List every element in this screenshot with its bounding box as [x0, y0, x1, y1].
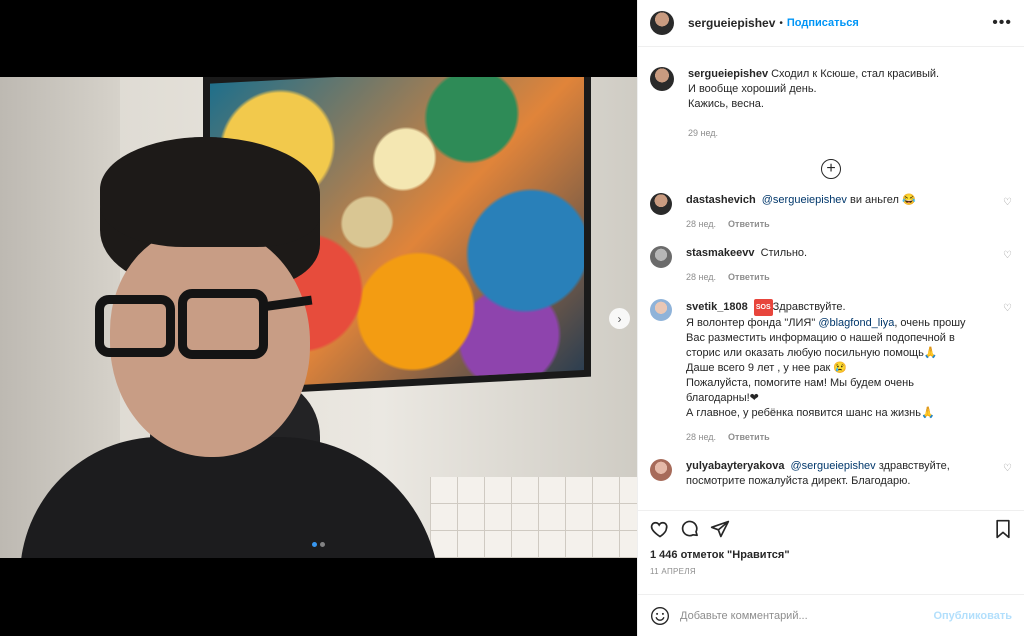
header-separator: • — [779, 17, 783, 29]
follow-button[interactable]: Подписаться — [787, 17, 859, 29]
wall-tiles — [430, 477, 637, 558]
carousel-dot-2 — [320, 542, 325, 547]
reply-button[interactable]: Ответить — [728, 270, 770, 285]
commenter-avatar[interactable] — [650, 459, 672, 481]
comment-mention[interactable]: @sergueiepishev — [762, 194, 847, 206]
caption-line-3: Кажись, весна. — [688, 98, 764, 110]
post-caption: sergueiepishev Сходил к Ксюше, стал краси… — [650, 47, 1012, 141]
reply-button[interactable]: Ответить — [728, 217, 770, 232]
post-header: sergueiepishev • Подписаться ••• — [638, 0, 1024, 47]
comment-mention[interactable]: @blagfond_liya — [818, 317, 894, 329]
commenter-avatar[interactable] — [650, 246, 672, 268]
comment-bubble-icon[interactable] — [680, 519, 700, 539]
comment-time[interactable]: 28 нед. — [686, 270, 716, 285]
bookmark-icon[interactable] — [994, 519, 1012, 539]
comment-item: dastashevich @sergueiepishev ви аньгел 😂… — [650, 193, 1012, 232]
comment-body: yulyabayteryakova @sergueiepishev здравс… — [686, 459, 1012, 489]
commenter-username[interactable]: yulyabayteryakova — [686, 460, 784, 472]
carousel-dots — [312, 542, 325, 547]
caption-body: sergueiepishev Сходил к Ксюше, стал краси… — [688, 67, 1012, 141]
post-photo[interactable] — [0, 77, 637, 558]
comment-item: yulyabayteryakova @sergueiepishev здравс… — [650, 459, 1012, 489]
comment-input[interactable] — [680, 609, 934, 622]
author-username[interactable]: sergueiepishev — [688, 16, 775, 30]
action-icons — [650, 511, 1012, 547]
like-heart-icon[interactable] — [650, 519, 670, 539]
caption-time[interactable]: 29 нед. — [688, 126, 718, 141]
post-sidebar: sergueiepishev • Подписаться ••• serguei… — [637, 0, 1024, 636]
comment-meta: 28 нед. Ответить — [686, 270, 1012, 285]
plus-circle-icon[interactable]: + — [821, 159, 841, 179]
carousel-dot-1 — [312, 542, 317, 547]
caption-line-1: Сходил к Ксюше, стал красивый. — [771, 68, 940, 80]
like-comment-heart-icon[interactable]: ♡ — [1003, 197, 1012, 208]
instagram-post: › sergueiepishev • Подписаться ••• sergu… — [0, 0, 1024, 636]
emoji-smiley-icon[interactable] — [650, 606, 670, 626]
comments-list[interactable]: sergueiepishev Сходил к Ксюше, стал краси… — [638, 47, 1024, 510]
glasses-left-lens — [95, 295, 175, 357]
comment-text-5: Пожалуйста, помогите нам! Мы будем очень… — [686, 377, 914, 404]
post-actions: 1 446 отметок "Нравится" 11 АПРЕЛЯ — [638, 510, 1024, 594]
comment-item: svetik_1808 SOS Здравствуйте. Я волонтер … — [650, 299, 1012, 445]
caption-username[interactable]: sergueiepishev — [688, 68, 768, 80]
post-date[interactable]: 11 АПРЕЛЯ — [650, 567, 1012, 576]
comment-time[interactable]: 28 нед. — [686, 217, 716, 232]
commenter-avatar[interactable] — [650, 193, 672, 215]
caption-meta: 29 нед. — [688, 126, 1012, 141]
commenter-username[interactable]: stasmakeevv — [686, 247, 755, 259]
publish-button[interactable]: Опубликовать — [933, 610, 1012, 622]
comment-body: svetik_1808 SOS Здравствуйте. Я волонтер … — [686, 299, 1012, 445]
comment-body: dastashevich @sergueiepishev ви аньгел 😂… — [686, 193, 1012, 232]
commenter-username[interactable]: dastashevich — [686, 194, 756, 206]
glasses-right-lens — [178, 289, 268, 359]
add-comment-bar: Опубликовать — [638, 594, 1024, 636]
next-slide-icon[interactable]: › — [609, 308, 630, 329]
reply-button[interactable]: Ответить — [728, 430, 770, 445]
like-comment-heart-icon[interactable]: ♡ — [1003, 250, 1012, 261]
comment-item: stasmakeevv Стильно. 28 нед. Ответить ♡ — [650, 246, 1012, 285]
comment-text-1: Здравствуйте. — [772, 301, 846, 313]
like-comment-heart-icon[interactable]: ♡ — [1003, 303, 1012, 314]
comment-text-4: Даше всего 9 лет , у нее рак 😢 — [686, 362, 848, 374]
comment-text: ви аньгел 😂 — [850, 194, 916, 206]
commenter-username[interactable]: svetik_1808 — [686, 301, 748, 313]
caption-line-2: И вообще хороший день. — [688, 83, 817, 95]
author-avatar[interactable] — [650, 11, 674, 35]
load-more-comments[interactable]: + — [650, 159, 1012, 179]
comment-meta: 28 нед. Ответить — [686, 430, 972, 445]
person-hair-front — [100, 137, 320, 247]
comment-mention[interactable]: @sergueiepishev — [791, 460, 876, 472]
comment-time[interactable]: 28 нед. — [686, 430, 716, 445]
comment-body: stasmakeevv Стильно. 28 нед. Ответить — [686, 246, 1012, 285]
comment-text-2: Я волонтер фонда "ЛИЯ" — [686, 317, 819, 329]
comment-text: Стильно. — [760, 247, 808, 259]
likes-count[interactable]: 1 446 отметок "Нравится" — [650, 549, 1012, 561]
share-paper-plane-icon[interactable] — [710, 519, 730, 539]
commenter-avatar[interactable] — [650, 299, 672, 321]
more-options-icon[interactable]: ••• — [992, 14, 1012, 32]
comment-text-6: А главное, у ребёнка появится шанс на жи… — [686, 407, 935, 419]
sos-badge: SOS — [753, 299, 773, 316]
caption-avatar[interactable] — [650, 67, 674, 91]
like-comment-heart-icon[interactable]: ♡ — [1003, 463, 1012, 474]
comment-meta: 28 нед. Ответить — [686, 217, 1012, 232]
post-media: › — [0, 0, 637, 636]
